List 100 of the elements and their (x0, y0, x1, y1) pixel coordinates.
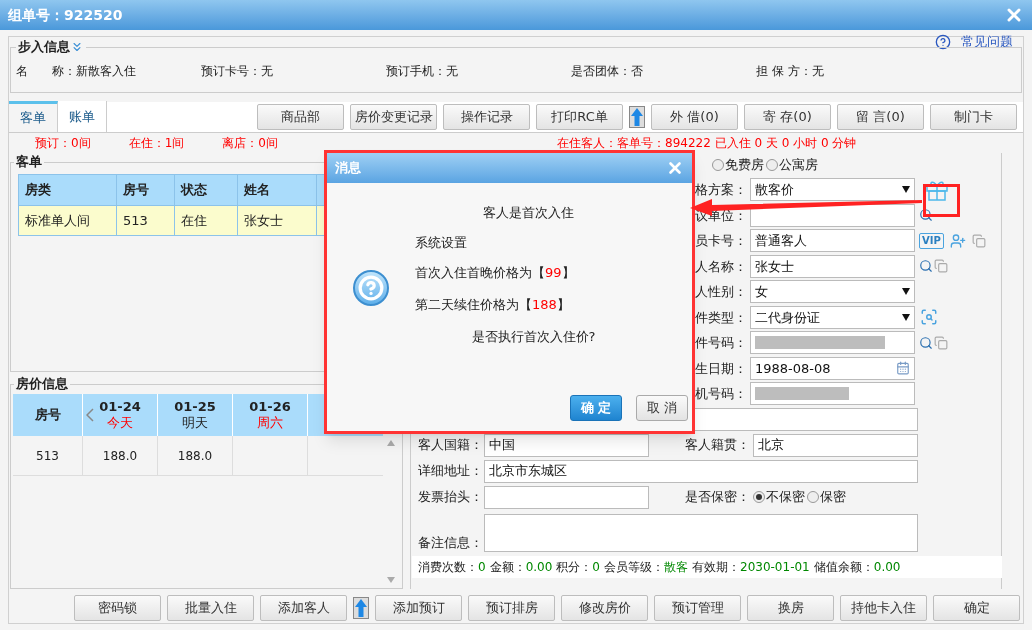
scroll-down-icon[interactable] (387, 577, 395, 583)
field-label: 件类型： (695, 308, 747, 327)
table-cell: 513 (117, 206, 175, 235)
field-label: 人性别： (695, 283, 747, 301)
info-item: 担 保 方：无 (756, 63, 825, 80)
scroll-up-icon[interactable] (387, 440, 395, 446)
action-button[interactable]: 添加客人 (260, 595, 347, 621)
up-arrow-icon[interactable] (353, 597, 369, 619)
add-user-icon[interactable] (949, 232, 966, 249)
input-field[interactable] (750, 382, 915, 406)
close-icon[interactable] (666, 159, 684, 177)
dialog-question: 是否执行首次入住价? (470, 328, 597, 346)
toolbar-button[interactable]: 商品部 (257, 103, 344, 130)
copy-icon[interactable] (934, 335, 948, 350)
help-icon[interactable] (935, 33, 951, 50)
input-field[interactable]: 北京市东城区 (484, 459, 918, 483)
notes-textarea[interactable] (484, 514, 918, 552)
member-stats: 消费次数：0 金额：0.00 积分：0 会员等级：散客 有效期：2030-01-01 储值余额：0.00 (412, 556, 1002, 578)
table-cell: 张女士 (238, 206, 317, 235)
input-field[interactable] (750, 331, 915, 355)
tab[interactable]: 账单 (58, 101, 107, 132)
previous-icon[interactable] (86, 408, 94, 422)
field-label: 发票抬头： (418, 488, 484, 507)
column-header: 姓名 (238, 175, 317, 205)
toolbar-button[interactable]: 留 言(0) (837, 103, 924, 130)
price-text: 首次入住首晚价格为【99】 (415, 264, 576, 282)
date-field[interactable]: 1988-08-08 (750, 356, 915, 380)
search-icon[interactable] (919, 208, 933, 223)
dialog-button[interactable]: 取 消 (636, 395, 688, 421)
action-button[interactable]: 持他卡入住 (840, 595, 927, 621)
copy-icon[interactable] (934, 259, 948, 274)
info-item: 预订卡号：无 (201, 63, 274, 80)
input-field[interactable]: 北京 (753, 433, 918, 457)
toolbar-button[interactable]: 外 借(0) (651, 103, 738, 130)
toolbar-button[interactable]: 寄 存(0) (744, 103, 831, 130)
radio-option[interactable]: 不保密 (753, 487, 805, 507)
question-icon (353, 270, 389, 306)
id-scan-icon[interactable] (919, 308, 939, 327)
dialog-text: 系统设置 (415, 234, 468, 252)
room-count: 预订：0间 (35, 135, 91, 152)
date-header: 01-26 周六 (249, 399, 291, 431)
field-label: 员卡号： (695, 232, 747, 250)
column-header: 房号 (117, 175, 175, 205)
dialog-title: 消息 (335, 159, 361, 178)
table-cell: 在住 (175, 206, 238, 235)
dropdown-icon[interactable] (902, 288, 910, 296)
column-header: 状态 (175, 175, 238, 205)
section-title: 房价信息 (14, 375, 70, 393)
search-icon[interactable] (919, 335, 933, 350)
field-label: 客人国籍： (418, 436, 484, 455)
dropdown-icon[interactable] (902, 186, 910, 194)
gift-icon[interactable] (925, 178, 949, 201)
date-header: 01-25 明天 (174, 399, 216, 431)
action-button[interactable]: 密码锁 (74, 595, 161, 621)
select-field[interactable]: 散客价 (750, 178, 915, 202)
action-button[interactable]: 添加预订 (375, 595, 462, 621)
date-header: 01-24 今天 (99, 399, 141, 431)
input-field[interactable]: 张女士 (750, 254, 915, 278)
radio-option[interactable]: 免费房 (712, 155, 764, 175)
action-button[interactable]: 批量入住 (167, 595, 254, 621)
action-button[interactable]: 修改房价 (561, 595, 648, 621)
column-header: 房号 (13, 394, 83, 436)
search-icon[interactable] (919, 259, 933, 274)
table-cell: 188.0 (158, 436, 233, 475)
column-header: 房类 (19, 175, 117, 205)
input-field[interactable]: 中国 (484, 433, 649, 457)
select-field[interactable]: 二代身份证 (750, 305, 915, 329)
radio-option[interactable]: 公寓房 (766, 155, 818, 175)
table-cell: 标准单人间 (19, 206, 117, 235)
action-button[interactable]: 预订管理 (654, 595, 741, 621)
field-label: 人名称： (695, 257, 747, 276)
info-item: 名 称：新散客入住 (16, 63, 137, 80)
radio-option[interactable]: 保密 (807, 487, 846, 507)
up-arrow-icon[interactable] (629, 105, 645, 128)
vip-badge[interactable]: VIP (919, 232, 944, 249)
action-button[interactable]: 预订排房 (468, 595, 555, 621)
input-field[interactable] (484, 485, 649, 509)
input-field[interactable]: 普通客人 (750, 229, 915, 253)
action-button[interactable]: 换房 (747, 595, 834, 621)
calendar-icon[interactable] (896, 361, 910, 376)
highlight-frame (923, 184, 960, 217)
room-count: 在住：1间 (128, 135, 185, 152)
dropdown-icon[interactable] (902, 313, 910, 321)
select-field[interactable]: 女 (750, 280, 915, 304)
toolbar-button[interactable]: 打印RC单 (536, 103, 623, 130)
help-link[interactable]: 常见问题 (961, 32, 1013, 52)
copy-icon[interactable] (971, 233, 986, 248)
field-label: 备注信息： (418, 533, 484, 552)
action-button[interactable]: 确定 (933, 595, 1020, 621)
table-cell: 188.0 (83, 436, 158, 475)
field-label: 客人籍贯： (684, 436, 751, 455)
dialog-heading: 客人是首次入住 (482, 204, 575, 222)
toolbar-button[interactable]: 操作记录 (443, 103, 530, 130)
toolbar-button[interactable]: 制门卡 (930, 103, 1017, 130)
table-cell: 513 (13, 436, 83, 475)
toolbar-button[interactable]: 房价变更记录 (350, 103, 437, 130)
section-title: 步入信息 (18, 38, 70, 56)
tab[interactable]: 客单 (9, 101, 58, 132)
field-label: 格方案： (695, 181, 747, 199)
field-label: 件号码： (695, 334, 747, 352)
